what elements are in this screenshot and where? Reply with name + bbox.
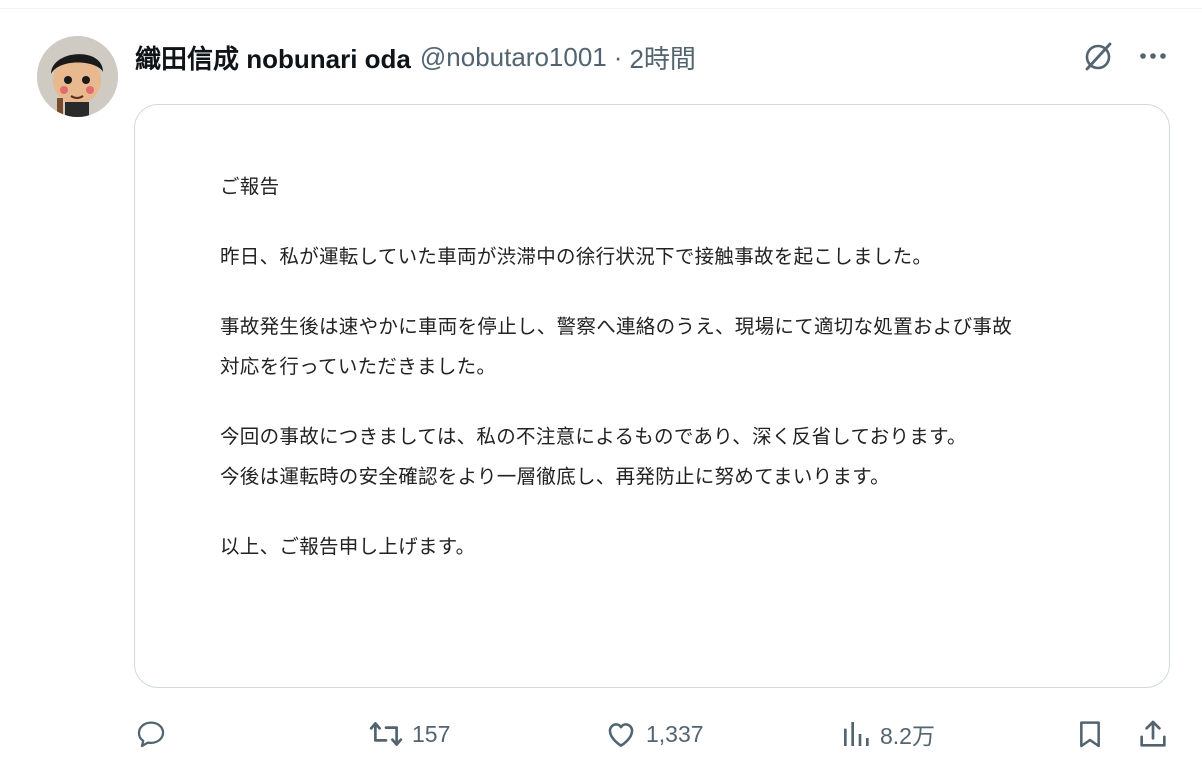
avatar[interactable] — [37, 36, 118, 117]
attached-image[interactable]: ご報告 昨日、私が運転していた車両が渋滞中の徐行状況下で接触事故を起こしました。… — [134, 104, 1170, 688]
grok-button[interactable] — [1078, 36, 1118, 76]
reply-button[interactable] — [134, 712, 168, 756]
bookmark-icon — [1080, 721, 1100, 748]
document-paragraph: 昨日、私が運転していた車両が渋滞中の徐行状況下で接触事故を起こしました。 — [220, 245, 933, 268]
separator-dot: · — [613, 41, 623, 72]
views-button[interactable]: 8.2万 — [840, 712, 935, 756]
more-button[interactable] — [1133, 36, 1173, 76]
timeline-divider — [0, 8, 1202, 9]
statement-document: ご報告 昨日、私が運転していた車両が渋滞中の徐行状況下で接触事故を起こしました。… — [220, 167, 1129, 567]
user-handle[interactable]: @nobutaro1001 — [420, 42, 607, 73]
document-paragraph: 事故発生後は速やかに車両を停止し、警察へ連絡のうえ、現場にて適切な処置および事故 — [220, 315, 1012, 338]
heart-icon — [608, 723, 634, 747]
share-button[interactable] — [1136, 712, 1170, 756]
profile-avatar-icon — [37, 36, 118, 117]
retweet-button[interactable]: 157 — [368, 712, 450, 756]
bookmark-button[interactable] — [1074, 712, 1106, 756]
document-closing: 以上、ご報告申し上げます。 — [220, 535, 476, 558]
document-paragraph: 対応を行っていただきました。 — [220, 355, 497, 378]
tweet-action-bar: 157 1,337 8.2万 — [0, 712, 1202, 756]
more-icon — [1140, 53, 1166, 59]
document-paragraph: 今後は運転時の安全確認をより一層徹底し、再発防止に努めてまいります。 — [220, 465, 890, 488]
retweet-icon — [369, 722, 403, 746]
views-icon — [844, 722, 869, 746]
like-button[interactable]: 1,337 — [604, 712, 704, 756]
document-title: ご報告 — [220, 175, 280, 198]
tweet-header: 織田信成 nobunari oda @nobutaro1001 · 2時間 — [135, 40, 696, 74]
share-icon — [1140, 720, 1166, 747]
retweet-count: 157 — [412, 720, 451, 747]
reply-icon — [137, 721, 165, 748]
like-count: 1,337 — [646, 720, 704, 747]
timestamp[interactable]: 2時間 — [629, 39, 695, 76]
grok-icon — [1085, 42, 1112, 71]
views-count: 8.2万 — [880, 723, 935, 749]
document-paragraph: 今回の事故につきましては、私の不注意によるものであり、深く反省しております。 — [220, 425, 967, 448]
display-name[interactable]: 織田信成 nobunari oda — [135, 39, 411, 76]
